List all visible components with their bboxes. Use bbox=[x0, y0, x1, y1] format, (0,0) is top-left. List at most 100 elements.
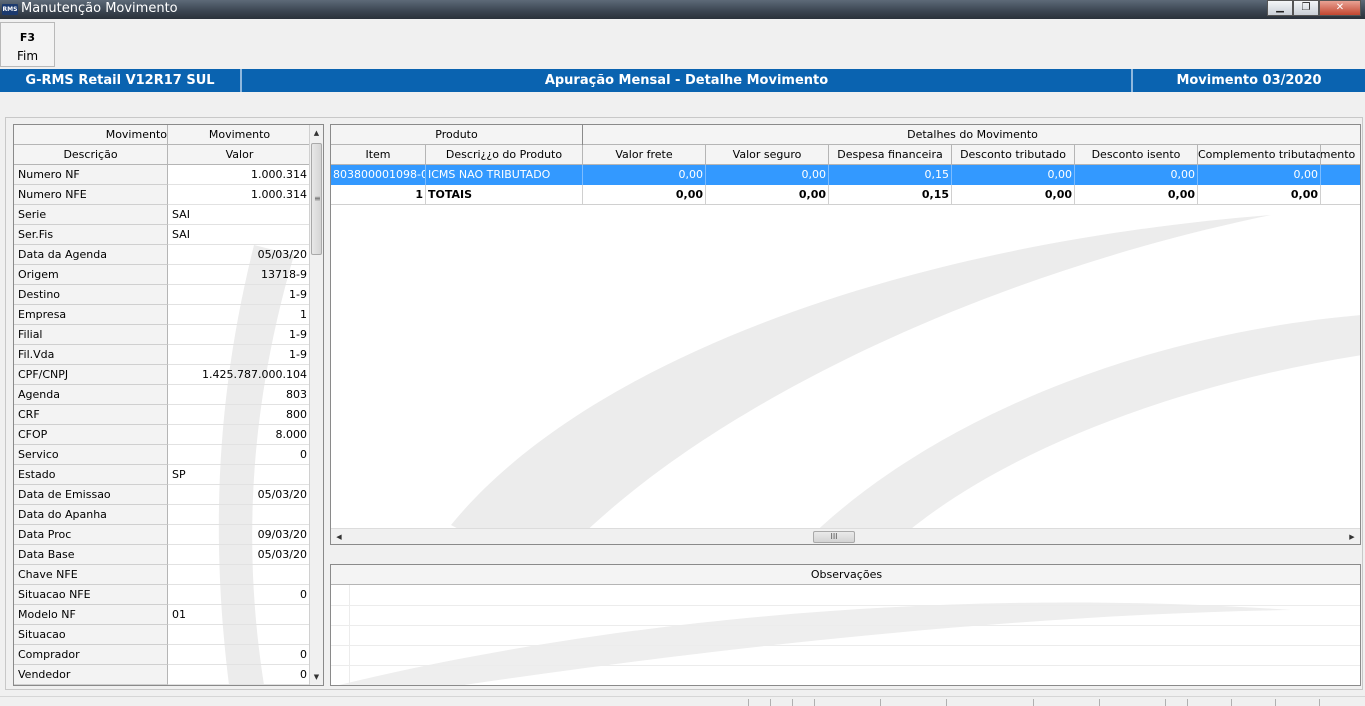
grid-group-headers: Produto Detalhes do Movimento bbox=[331, 125, 1360, 145]
row-value: 0 bbox=[300, 588, 307, 601]
table-row[interactable]: Situacao NFE 0 bbox=[14, 585, 311, 605]
grip-icon: ≡ bbox=[314, 194, 321, 203]
maximize-button[interactable]: ❐ bbox=[1293, 0, 1319, 16]
col-header-desconto-isento[interactable]: Desconto isento bbox=[1075, 145, 1198, 165]
scroll-down-icon[interactable]: ▼ bbox=[310, 669, 323, 685]
row-description: Ser.Fis bbox=[14, 225, 168, 245]
page-title: Apuração Mensal - Detalhe Movimento bbox=[241, 69, 1132, 92]
table-row[interactable]: Origem 13718-9 bbox=[14, 265, 311, 285]
obs-gridline bbox=[331, 625, 1360, 626]
scroll-up-icon[interactable]: ▲ bbox=[310, 125, 323, 141]
status-cell bbox=[1187, 699, 1188, 706]
row-value: 09/03/20 bbox=[257, 528, 307, 541]
table-row[interactable]: Empresa 1 bbox=[14, 305, 311, 325]
minimize-button[interactable]: ▁ bbox=[1267, 0, 1293, 16]
cell-valor-frete: 0,00 bbox=[583, 165, 706, 185]
status-cell bbox=[880, 699, 881, 706]
table-row-totals[interactable]: 1 TOTAIS 0,00 0,00 0,15 0,00 0,00 0,00 bbox=[331, 185, 1360, 205]
table-row[interactable]: Ser.Fis SAI bbox=[14, 225, 311, 245]
status-cell bbox=[814, 699, 815, 706]
total-valor-seguro: 0,00 bbox=[706, 185, 829, 205]
scroll-left-icon[interactable]: ◀ bbox=[331, 529, 347, 544]
col-header-item[interactable]: Item bbox=[331, 145, 426, 165]
row-description: Data da Agenda bbox=[14, 245, 168, 265]
table-row[interactable]: CPF/CNPJ 1.425.787.000.104 bbox=[14, 365, 311, 385]
status-bar bbox=[0, 696, 1365, 706]
table-row[interactable]: Agenda 803 bbox=[14, 385, 311, 405]
scroll-right-icon[interactable]: ▶ bbox=[1344, 529, 1360, 544]
table-row[interactable]: Servico 0 bbox=[14, 445, 311, 465]
col-header-complemento-tributado[interactable]: Complemento tributado bbox=[1198, 145, 1321, 165]
table-row[interactable]: Data Proc 09/03/20 bbox=[14, 525, 311, 545]
vertical-scrollbar[interactable]: ▲ ≡ ▼ bbox=[309, 125, 323, 685]
f3-fim-button[interactable]: F3 Fim bbox=[0, 22, 55, 67]
table-row[interactable]: Vendedor 0 bbox=[14, 665, 311, 685]
table-row[interactable]: Fil.Vda 1-9 bbox=[14, 345, 311, 365]
table-row[interactable]: Data da Agenda 05/03/20 bbox=[14, 245, 311, 265]
horizontal-scrollbar[interactable]: ◀ III ▶ bbox=[331, 528, 1360, 544]
status-cell bbox=[1033, 699, 1034, 706]
row-value: 1.000.314 bbox=[251, 168, 307, 181]
table-row[interactable]: Filial 1-9 bbox=[14, 325, 311, 345]
table-row[interactable]: CRF 800 bbox=[14, 405, 311, 425]
scroll-thumb[interactable]: ≡ bbox=[311, 143, 322, 255]
table-row[interactable]: Modelo NF 01 bbox=[14, 605, 311, 625]
group-header: Movimento Movimento bbox=[14, 125, 311, 145]
table-row[interactable]: Destino 1-9 bbox=[14, 285, 311, 305]
close-button[interactable]: ✕ bbox=[1319, 0, 1361, 16]
col-header-descricao-produto[interactable]: Descri¿¿o do Produto bbox=[426, 145, 583, 165]
status-cell bbox=[748, 699, 749, 706]
row-description: Vendedor bbox=[14, 665, 168, 685]
status-cell bbox=[792, 699, 793, 706]
row-description: Destino bbox=[14, 285, 168, 305]
cell-desconto-isento: 0,00 bbox=[1075, 165, 1198, 185]
total-count: 1 bbox=[331, 185, 426, 205]
col-header-complemento-partial[interactable]: emento bbox=[1321, 145, 1360, 165]
row-value: 13718-9 bbox=[261, 268, 307, 281]
row-description: Modelo NF bbox=[14, 605, 168, 625]
cell-despesa-financeira: 0,15 bbox=[829, 165, 952, 185]
table-row[interactable]: Estado SP bbox=[14, 465, 311, 485]
row-value bbox=[168, 625, 311, 645]
property-rows: Numero NF 1.000.314 Numero NFE 1.000.314 Ser… bbox=[14, 165, 311, 685]
obs-gridline bbox=[331, 665, 1360, 666]
status-cell bbox=[1165, 699, 1166, 706]
col-header-desconto-tributado[interactable]: Desconto tributado bbox=[952, 145, 1075, 165]
col-header-valor-frete[interactable]: Valor frete bbox=[583, 145, 706, 165]
table-row[interactable]: Numero NF 1.000.314 bbox=[14, 165, 311, 185]
total-label: TOTAIS bbox=[426, 185, 583, 205]
status-cell bbox=[1231, 699, 1232, 706]
observacoes-panel[interactable]: Observações bbox=[330, 564, 1361, 686]
group-header-right: Movimento bbox=[208, 128, 271, 141]
row-value: 1-9 bbox=[289, 328, 307, 341]
table-row[interactable]: Situacao bbox=[14, 625, 311, 645]
col-header-valor-seguro[interactable]: Valor seguro bbox=[706, 145, 829, 165]
horizontal-scroll-thumb[interactable]: III bbox=[813, 531, 855, 543]
table-row[interactable]: Numero NFE 1.000.314 bbox=[14, 185, 311, 205]
grid-column-headers: Item Descri¿¿o do Produto Valor frete Va… bbox=[331, 145, 1360, 165]
table-row[interactable]: Data do Apanha bbox=[14, 505, 311, 525]
col-header-despesa-financeira[interactable]: Despesa financeira bbox=[829, 145, 952, 165]
total-valor-frete: 0,00 bbox=[583, 185, 706, 205]
status-cell bbox=[770, 699, 771, 706]
system-version: G-RMS Retail V12R17 SUL bbox=[0, 69, 241, 92]
table-row-selected[interactable]: 803800001098-0 ICMS NAO TRIBUTADO 0,00 0… bbox=[331, 165, 1360, 185]
table-row[interactable]: CFOP 8.000 bbox=[14, 425, 311, 445]
table-row[interactable]: Data Base 05/03/20 bbox=[14, 545, 311, 565]
cell-valor-seguro: 0,00 bbox=[706, 165, 829, 185]
obs-gridline bbox=[349, 585, 350, 685]
table-row[interactable]: Data de Emissao 05/03/20 bbox=[14, 485, 311, 505]
row-description: CRF bbox=[14, 405, 168, 425]
row-description: Fil.Vda bbox=[14, 345, 168, 365]
row-value: 1-9 bbox=[289, 348, 307, 361]
app-logo-icon: RMS bbox=[2, 4, 18, 15]
movement-period: Movimento 03/2020 bbox=[1132, 69, 1365, 92]
table-row[interactable]: Serie SAI bbox=[14, 205, 311, 225]
row-description: Data do Apanha bbox=[14, 505, 168, 525]
table-row[interactable]: Chave NFE bbox=[14, 565, 311, 585]
col-header-descricao[interactable]: Descrição bbox=[14, 145, 168, 165]
status-cell bbox=[946, 699, 947, 706]
col-header-valor[interactable]: Valor bbox=[168, 145, 311, 165]
cell-partial bbox=[1321, 165, 1360, 185]
table-row[interactable]: Comprador 0 bbox=[14, 645, 311, 665]
